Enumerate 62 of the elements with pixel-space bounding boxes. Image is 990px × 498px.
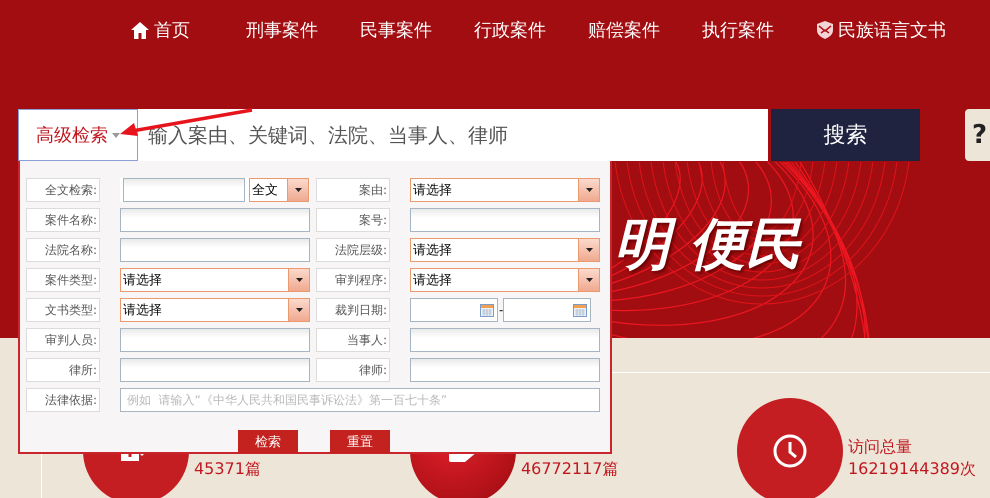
field-label: 裁判日期:	[316, 298, 390, 322]
field-label: 案号:	[316, 208, 390, 232]
calendar-icon	[573, 304, 587, 316]
nav-link[interactable]: 行政案件	[474, 17, 546, 43]
date-field[interactable]	[503, 298, 591, 322]
caret-icon	[586, 248, 592, 252]
calendar-icon	[480, 304, 494, 316]
caret-icon	[296, 278, 302, 282]
caret-icon	[294, 188, 302, 192]
text-field[interactable]	[120, 208, 310, 232]
text-field[interactable]	[410, 208, 600, 232]
stat-count: 45371篇	[194, 458, 261, 480]
select-field[interactable]: 全文	[249, 178, 309, 202]
help-button[interactable]: ?	[965, 109, 990, 161]
select-field[interactable]: 请选择	[410, 238, 600, 262]
field-label: 文书类型:	[26, 298, 100, 322]
date-separator: -	[499, 303, 502, 317]
nav-link[interactable]: 刑事案件	[246, 17, 318, 43]
text-field[interactable]	[410, 328, 600, 352]
text-field[interactable]	[123, 178, 245, 202]
nav-link[interactable]: 执行案件	[702, 17, 774, 43]
stat-count: 46772117篇	[521, 458, 618, 480]
caret-icon	[586, 188, 592, 192]
text-field[interactable]	[120, 328, 310, 352]
text-field[interactable]	[410, 358, 600, 382]
stat-label: 访问总量	[848, 436, 913, 458]
field-label: 法律依据:	[26, 388, 100, 412]
select-field[interactable]: 请选择	[120, 298, 310, 322]
field-label: 审判程序:	[316, 268, 390, 292]
nav-link[interactable]: 民族语言文书	[816, 17, 946, 43]
search-mode-dropdown[interactable]: 高级检索	[18, 109, 138, 161]
field-label: 律所:	[26, 358, 100, 382]
caret-icon	[296, 308, 302, 312]
field-label: 法院层级:	[316, 238, 390, 262]
select-field[interactable]: 请选择	[410, 178, 600, 202]
caret-icon	[112, 132, 120, 138]
banner-slogan: 明 便民	[614, 213, 804, 277]
text-field[interactable]: 例如 请输入“《中华人民共和国民事诉讼法》第一百七十条”	[120, 388, 600, 412]
text-field[interactable]	[120, 238, 310, 262]
select-field[interactable]: 请选择	[120, 268, 310, 292]
clock-icon	[772, 433, 808, 469]
field-label: 法院名称:	[26, 238, 100, 262]
reset-button[interactable]: 重置	[330, 430, 390, 453]
stat-count: 16219144389次	[848, 458, 976, 480]
caret-icon	[586, 278, 592, 282]
select-field[interactable]: 请选择	[410, 268, 600, 292]
shield-icon	[816, 20, 834, 40]
field-label: 案件类型:	[26, 268, 100, 292]
nav-link[interactable]: 赔偿案件	[588, 17, 660, 43]
field-label: 当事人:	[316, 328, 390, 352]
field-label: 律师:	[316, 358, 390, 382]
nav-link[interactable]: 民事案件	[360, 17, 432, 43]
text-field[interactable]	[120, 358, 310, 382]
date-field[interactable]	[410, 298, 498, 322]
field-label: 全文检索:	[26, 178, 100, 202]
nav-link[interactable]: 首页	[130, 17, 190, 43]
field-label: 审判人员:	[26, 328, 100, 352]
search-button[interactable]: 搜索	[771, 109, 920, 161]
field-label: 案件名称:	[26, 208, 100, 232]
home-icon	[130, 20, 150, 40]
search-button[interactable]: 检索	[238, 430, 298, 453]
field-label: 案由:	[316, 178, 390, 202]
